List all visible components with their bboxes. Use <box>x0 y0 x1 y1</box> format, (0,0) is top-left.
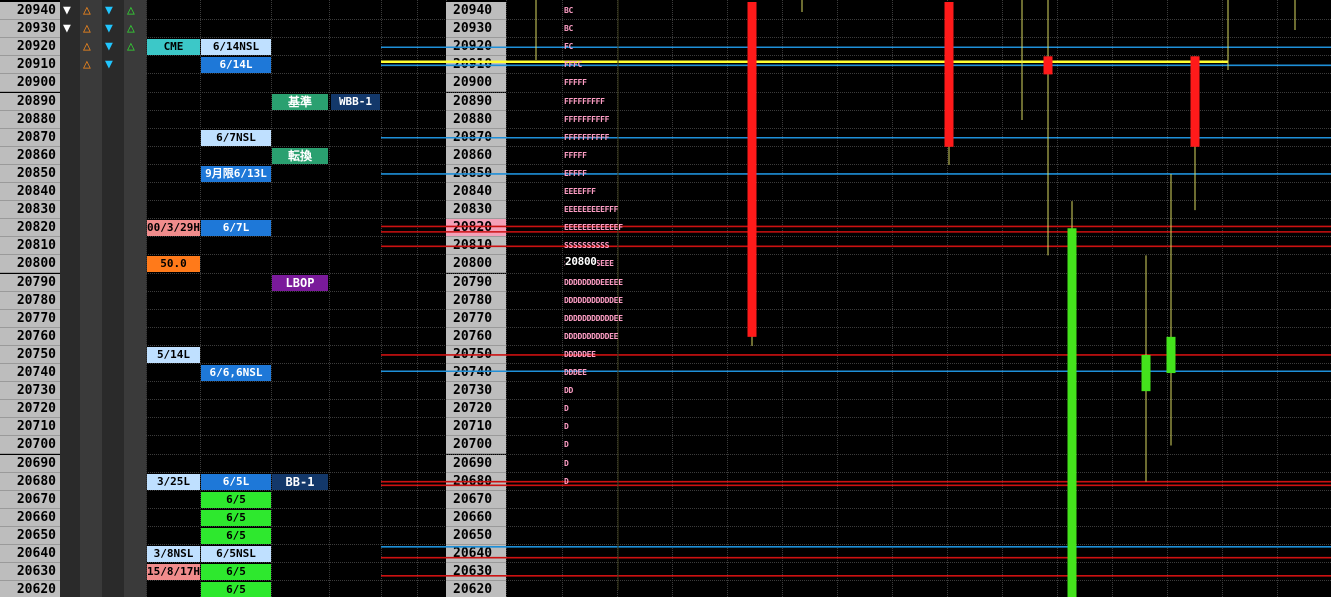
tpo-letters: DDDDDEE <box>564 349 596 359</box>
tpo-letters: BC <box>564 6 574 15</box>
candle-body <box>944 2 954 147</box>
tpo-letters: EEEEEEEEEFFF <box>564 205 619 215</box>
tpo-letters: DDDEE <box>564 368 587 377</box>
tpo-letters: D <box>564 440 569 450</box>
candle-body <box>1043 56 1053 75</box>
tpo-letters: D <box>564 422 569 432</box>
tpo-letters: DDDDDDDDDDDEE <box>564 313 623 323</box>
candle-body <box>1141 354 1151 392</box>
tpo-letters: FFFFFFFFFF <box>564 132 610 142</box>
candle-body <box>747 2 757 337</box>
tpo-letters: SSSSSSSSSS <box>564 241 610 251</box>
tpo-letters: EEEEEEEEEEEEF <box>564 223 623 233</box>
tpo-letters: DDDDDDDDEEEEE <box>564 277 623 287</box>
tpo-highlight-label: 20800 <box>565 255 597 269</box>
tpo-letters: DDDDDDDDDDDEE <box>564 295 623 305</box>
tpo-letters: EFFFF <box>564 168 587 178</box>
tpo-letters: FFFC <box>564 60 583 70</box>
tpo-letters: FFFFF <box>564 150 587 160</box>
tpo-letters: DD <box>564 386 574 396</box>
tpo-letters: D <box>564 404 569 414</box>
tpo-letters: BC <box>564 24 574 34</box>
tpo-letters: FFFFF <box>564 78 587 88</box>
tpo-letters: D <box>564 476 569 486</box>
candlestick-plot <box>381 0 1331 597</box>
tpo-letters: FC <box>564 42 574 52</box>
tpo-letters: FFFFFFFFFF <box>564 114 610 124</box>
price-ladder-chart: 20940 20930 20920 20910 20900 20890 20880 20870… <box>0 0 1331 597</box>
candle-body <box>1067 228 1077 597</box>
tpo-letters: D <box>564 458 569 468</box>
candle-body <box>1166 336 1176 374</box>
candle-body <box>1190 56 1200 147</box>
tpo-letters: FFFFFFFFF <box>564 96 605 106</box>
tpo-letters: EEEEFFF <box>564 187 596 196</box>
tpo-letters: DDDDDDDDDDEE <box>564 331 619 341</box>
